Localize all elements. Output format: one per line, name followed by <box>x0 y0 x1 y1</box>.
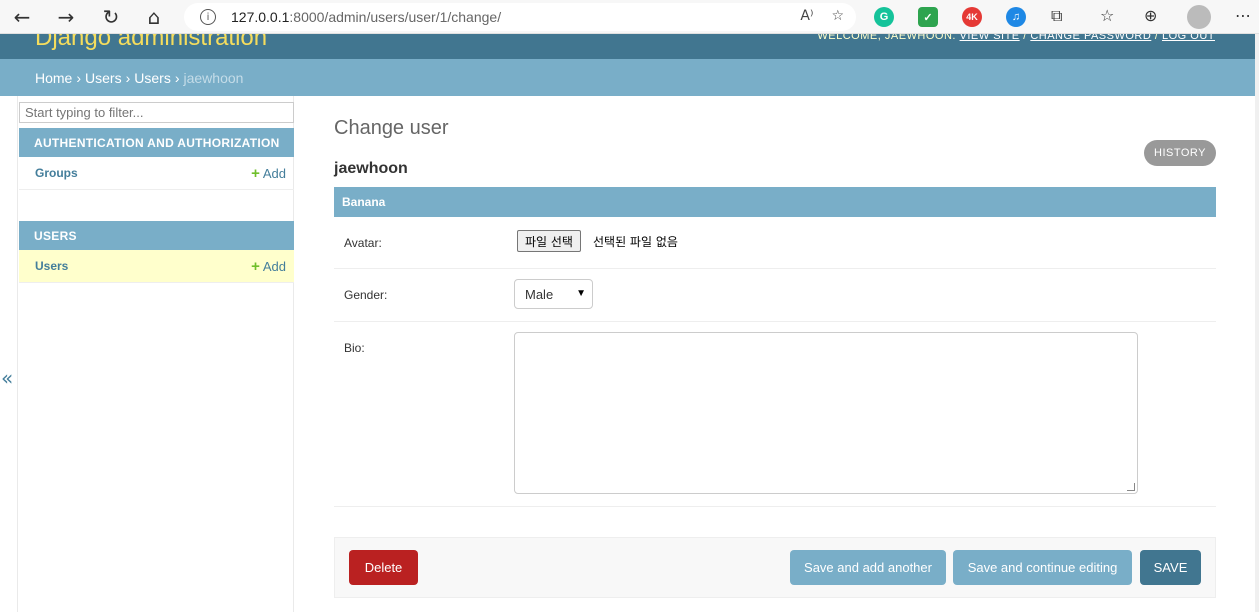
profile-avatar[interactable] <box>1187 5 1211 29</box>
bio-label: Bio: <box>344 341 365 355</box>
browser-toolbar: ← → ↻ ⌂ i 127.0.0.1:8000/admin/users/use… <box>0 0 1259 34</box>
bio-row: Bio: <box>334 322 1216 507</box>
fieldset-caption: Banana <box>334 187 1216 217</box>
scrollbar[interactable] <box>1255 34 1259 612</box>
change-password-link[interactable]: CHANGE PASSWORD <box>1030 34 1151 42</box>
reload-icon[interactable]: ↻ <box>97 4 125 30</box>
sidebar-item-groups: Groups + Add <box>19 157 294 190</box>
more-icon[interactable]: ⋯ <box>1235 6 1251 25</box>
chevron-down-icon: ▼ <box>576 288 586 299</box>
save-and-add-another-button[interactable]: Save and add another <box>790 550 946 585</box>
breadcrumb-app[interactable]: Users <box>85 70 122 86</box>
plus-icon: + <box>251 257 260 275</box>
breadcrumb-home[interactable]: Home <box>35 70 72 86</box>
welcome-text: WELCOME, JAEWHOON. <box>817 34 956 42</box>
url-text[interactable]: 127.0.0.1:8000/admin/users/user/1/change… <box>231 9 501 25</box>
grammarly-icon[interactable]: G <box>874 7 894 27</box>
gender-select[interactable]: Male ▼ <box>514 279 593 309</box>
home-icon[interactable]: ⌂ <box>140 4 168 30</box>
choose-file-button[interactable]: 파일 선택 <box>517 230 581 252</box>
collapse-sidebar-icon[interactable]: « <box>1 366 13 390</box>
sidebar-item-label[interactable]: Users <box>35 259 68 273</box>
forward-icon[interactable]: → <box>52 4 80 30</box>
favorites-icon[interactable]: ☆ <box>1100 6 1114 25</box>
resize-grip-icon[interactable] <box>1127 483 1135 491</box>
add-favorite-icon[interactable]: ☆ <box>831 8 844 24</box>
nav-sidebar: AUTHENTICATION AND AUTHORIZATION Groups … <box>17 96 294 612</box>
headphones-icon[interactable]: ♫ <box>1006 7 1026 27</box>
submit-row: Delete Save and add another Save and con… <box>334 537 1216 598</box>
delete-button[interactable]: Delete <box>349 550 418 585</box>
avatar-row: Avatar: 파일 선택 선택된 파일 없음 <box>334 217 1216 269</box>
save-button[interactable]: SAVE <box>1140 550 1201 585</box>
add-users-link[interactable]: + Add <box>251 258 286 275</box>
site-brand[interactable]: Django administration <box>35 34 267 52</box>
collections-icon[interactable]: ⊕ <box>1144 6 1157 25</box>
view-site-link[interactable]: VIEW SITE <box>960 34 1020 42</box>
user-tools: WELCOME, JAEWHOON. VIEW SITE / CHANGE PA… <box>817 34 1215 42</box>
shield-icon[interactable]: ✓ <box>918 7 938 27</box>
avatar-label: Avatar: <box>344 236 382 250</box>
site-info-icon[interactable]: i <box>200 9 216 25</box>
admin-header: Django administration WELCOME, JAEWHOON.… <box>0 34 1255 59</box>
gender-row: Gender: Male ▼ <box>334 269 1216 322</box>
gender-label: Gender: <box>344 288 388 302</box>
page-title: Change user <box>334 117 449 139</box>
back-icon[interactable]: ← <box>8 4 36 30</box>
breadcrumb-model[interactable]: Users <box>134 70 171 86</box>
save-and-continue-button[interactable]: Save and continue editing <box>953 550 1132 585</box>
breadcrumb: Home › Users › Users › jaewhoon <box>0 59 1255 96</box>
read-aloud-icon[interactable]: A⁾ <box>800 8 813 24</box>
add-groups-link[interactable]: + Add <box>251 165 286 182</box>
extensions-icon[interactable]: ⧉ <box>1051 6 1062 26</box>
bio-textarea[interactable] <box>514 332 1138 494</box>
sidebar-item-label[interactable]: Groups <box>35 166 78 180</box>
file-status: 선택된 파일 없음 <box>593 235 678 249</box>
module-caption-auth[interactable]: AUTHENTICATION AND AUTHORIZATION <box>19 128 294 157</box>
log-out-link[interactable]: LOG OUT <box>1162 34 1215 42</box>
address-bar[interactable]: i 127.0.0.1:8000/admin/users/user/1/chan… <box>184 3 856 31</box>
object-name: jaewhoon <box>334 160 408 177</box>
history-button[interactable]: HISTORY <box>1144 140 1216 166</box>
sidebar-item-users: Users + Add <box>19 250 294 283</box>
module-caption-users[interactable]: USERS <box>19 221 294 250</box>
nav-filter-input[interactable] <box>19 102 294 123</box>
plus-icon: + <box>251 164 260 182</box>
4k-extension-icon[interactable]: 4K <box>962 7 982 27</box>
breadcrumb-current: jaewhoon <box>183 69 244 86</box>
